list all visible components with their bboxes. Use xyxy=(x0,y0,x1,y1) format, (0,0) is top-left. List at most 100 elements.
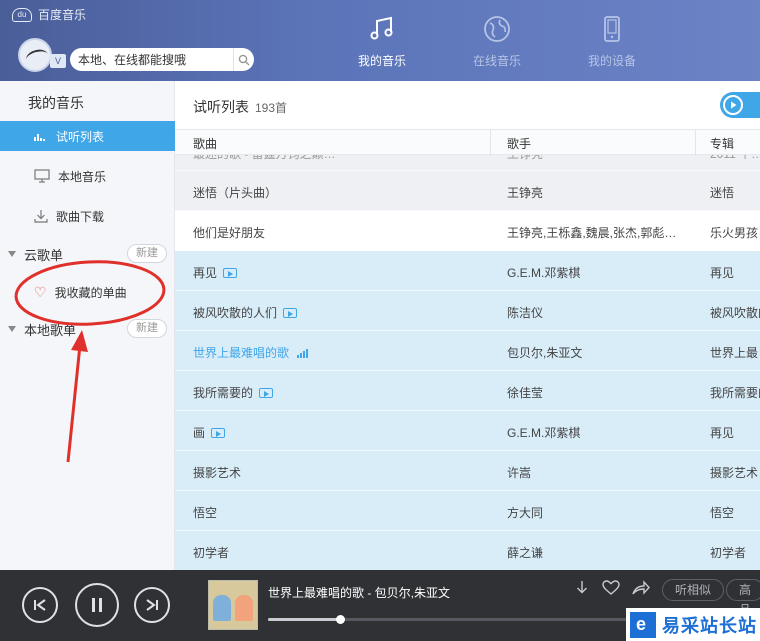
monitor-icon xyxy=(34,169,50,183)
album-name[interactable]: 悟空 xyxy=(710,504,760,521)
sidebar-title: 我的音乐 xyxy=(28,95,84,111)
table-row[interactable]: 悟空 方大同 悟空 xyxy=(175,491,760,531)
table-row[interactable]: 被风吹散的人们 陈洁仪 被风吹散的 xyxy=(175,291,760,331)
column-divider[interactable] xyxy=(490,130,491,156)
artist-name[interactable]: 王铮亮 xyxy=(507,184,687,201)
vip-badge-icon[interactable]: V xyxy=(50,54,66,68)
pause-button[interactable] xyxy=(75,583,119,627)
list-title-text: 试听列表 xyxy=(193,99,249,115)
artist-name[interactable]: 薛之谦 xyxy=(507,544,687,561)
previous-button[interactable] xyxy=(22,587,58,623)
top-header: du 百度音乐 V 我的音乐 在线音乐 我的设备 xyxy=(0,0,760,81)
song-title: 被风吹散的人们 xyxy=(193,304,493,321)
list-count: 193首 xyxy=(255,101,288,115)
mv-icon[interactable] xyxy=(223,268,238,278)
pause-icon xyxy=(92,598,102,612)
album-name[interactable]: 再见 xyxy=(710,424,760,441)
app-title: du 百度音乐 xyxy=(12,6,86,23)
sidebar-item-label: 试听列表 xyxy=(56,129,105,144)
album-name[interactable]: 初学者 xyxy=(710,544,760,561)
new-cloud-playlist-button[interactable]: 新建 xyxy=(127,244,167,263)
column-header-artist[interactable]: 歌手 xyxy=(507,135,531,152)
sidebar-item-trial-list[interactable]: 试听列表 xyxy=(0,121,175,151)
column-divider[interactable] xyxy=(695,130,696,156)
song-title-text: 迷悟（片头曲） xyxy=(193,186,278,200)
column-header-album[interactable]: 专辑 xyxy=(710,135,734,152)
artist-name[interactable]: 陈洁仪 xyxy=(507,304,687,321)
artist-name[interactable]: 徐佳莹 xyxy=(507,384,687,401)
progress-fill xyxy=(268,618,341,621)
list-title: 试听列表 193首 xyxy=(193,97,287,117)
artist-name[interactable]: 方大同 xyxy=(507,504,687,521)
sidebar-item-favorite-songs[interactable]: ♡ 我收藏的单曲 xyxy=(0,277,175,307)
album-name[interactable]: 摄影艺术 xyxy=(710,464,760,481)
album-cover[interactable] xyxy=(208,580,258,630)
tab-label: 我的设备 xyxy=(587,54,636,68)
album-name[interactable]: 被风吹散的 xyxy=(710,304,760,321)
table-row[interactable]: 初学者 薛之谦 初学者 xyxy=(175,531,760,570)
table-row[interactable]: 迷悟（片头曲） 王铮亮 迷悟 xyxy=(175,171,760,211)
table-row[interactable]: 世界上最难唱的歌 包贝尔,朱亚文 世界上最 xyxy=(175,331,760,371)
share-icon[interactable] xyxy=(632,580,650,601)
next-icon xyxy=(146,599,158,611)
playing-equalizer-icon xyxy=(297,344,309,358)
table-row[interactable]: 我所需要的 徐佳莹 我所需要的 xyxy=(175,371,760,411)
sidebar-group-label: 云歌单 xyxy=(24,247,64,263)
artist-name[interactable]: G.E.M.邓紫棋 xyxy=(507,264,687,281)
artist-name[interactable]: 包贝尔,朱亚文 xyxy=(507,344,687,361)
column-header-song[interactable]: 歌曲 xyxy=(193,135,217,152)
album-name[interactable]: 世界上最 xyxy=(710,344,760,361)
baidu-music-logo-icon: du xyxy=(12,7,32,22)
song-title-text: 他们是好朋友 xyxy=(193,226,266,240)
album-name[interactable]: 迷悟 xyxy=(710,184,760,201)
sidebar-group-label: 本地歌单 xyxy=(24,322,77,338)
listen-similar-button[interactable]: 听相似 xyxy=(662,579,725,601)
mv-icon[interactable] xyxy=(283,308,298,318)
tab-my-music[interactable]: 我的音乐 xyxy=(342,14,422,69)
search-icon xyxy=(238,54,250,65)
play-all-button[interactable] xyxy=(720,92,760,118)
mv-icon[interactable] xyxy=(211,428,226,438)
favorite-heart-icon[interactable] xyxy=(602,580,620,601)
song-title: 摄影艺术 xyxy=(193,464,493,481)
album-name[interactable]: 乐火男孩 xyxy=(710,224,760,241)
sidebar-item-downloads[interactable]: 歌曲下载 xyxy=(0,201,175,231)
sidebar-item-local-music[interactable]: 本地音乐 xyxy=(0,161,175,191)
app-title-text: 百度音乐 xyxy=(38,8,87,22)
tab-online-music[interactable]: 在线音乐 xyxy=(457,14,537,69)
song-title: 画 xyxy=(193,424,493,441)
artist-name[interactable]: 王铮亮,王栎鑫,魏晨,张杰,郭彪… xyxy=(507,224,687,241)
user-avatar[interactable] xyxy=(18,38,52,72)
tab-my-devices[interactable]: 我的设备 xyxy=(572,14,652,69)
table-row[interactable]: 摄影艺术 许嵩 摄影艺术 xyxy=(175,451,760,491)
artist-name[interactable]: 许嵩 xyxy=(507,464,687,481)
mv-icon[interactable] xyxy=(259,388,274,398)
sidebar-item-label: 本地音乐 xyxy=(58,169,107,184)
search-button[interactable] xyxy=(233,48,254,71)
song-title: 他们是好朋友 xyxy=(193,224,493,241)
search-input[interactable] xyxy=(70,52,233,67)
progress-knob[interactable] xyxy=(336,615,346,624)
now-playing-title[interactable]: 世界上最难唱的歌 - 包贝尔,朱亚文 xyxy=(268,584,450,601)
table-row[interactable]: 他们是好朋友 王铮亮,王栎鑫,魏晨,张杰,郭彪… 乐火男孩 xyxy=(175,211,760,251)
artist-name[interactable]: G.E.M.邓紫棋 xyxy=(507,424,687,441)
album-name[interactable]: 我所需要的 xyxy=(710,384,760,401)
music-app-window: du 百度音乐 V 我的音乐 在线音乐 我的设备 xyxy=(0,0,760,641)
download-icon[interactable] xyxy=(574,580,590,601)
sidebar-group-local-playlists[interactable]: 本地歌单 新建 xyxy=(0,316,175,342)
song-title: 我所需要的 xyxy=(193,384,493,401)
table-row[interactable]: 再见 G.E.M.邓紫棋 再见 xyxy=(175,251,760,291)
song-title: 世界上最难唱的歌 xyxy=(193,344,493,361)
next-button[interactable] xyxy=(134,587,170,623)
table-row[interactable]: 画 G.E.M.邓紫棋 再见 xyxy=(175,411,760,451)
new-local-playlist-button[interactable]: 新建 xyxy=(127,319,167,338)
song-list-panel: 试听列表193首 最迷的歌 - 雷霆万钧之巅… 王铮亮 2011 个… 迷悟（片… xyxy=(175,81,760,570)
album-name[interactable]: 再见 xyxy=(710,264,760,281)
sidebar: 我的音乐 试听列表 本地音乐 歌曲下载 云歌单 新建 ♡ 我收藏的单曲 本地歌单… xyxy=(0,81,175,570)
quality-button[interactable]: 高品 xyxy=(726,579,760,617)
collapse-triangle-icon xyxy=(8,326,16,332)
sidebar-item-label: 我收藏的单曲 xyxy=(54,285,127,300)
sidebar-group-cloud-playlists[interactable]: 云歌单 新建 xyxy=(0,241,175,267)
device-icon xyxy=(597,14,627,44)
progress-bar[interactable] xyxy=(268,615,648,624)
